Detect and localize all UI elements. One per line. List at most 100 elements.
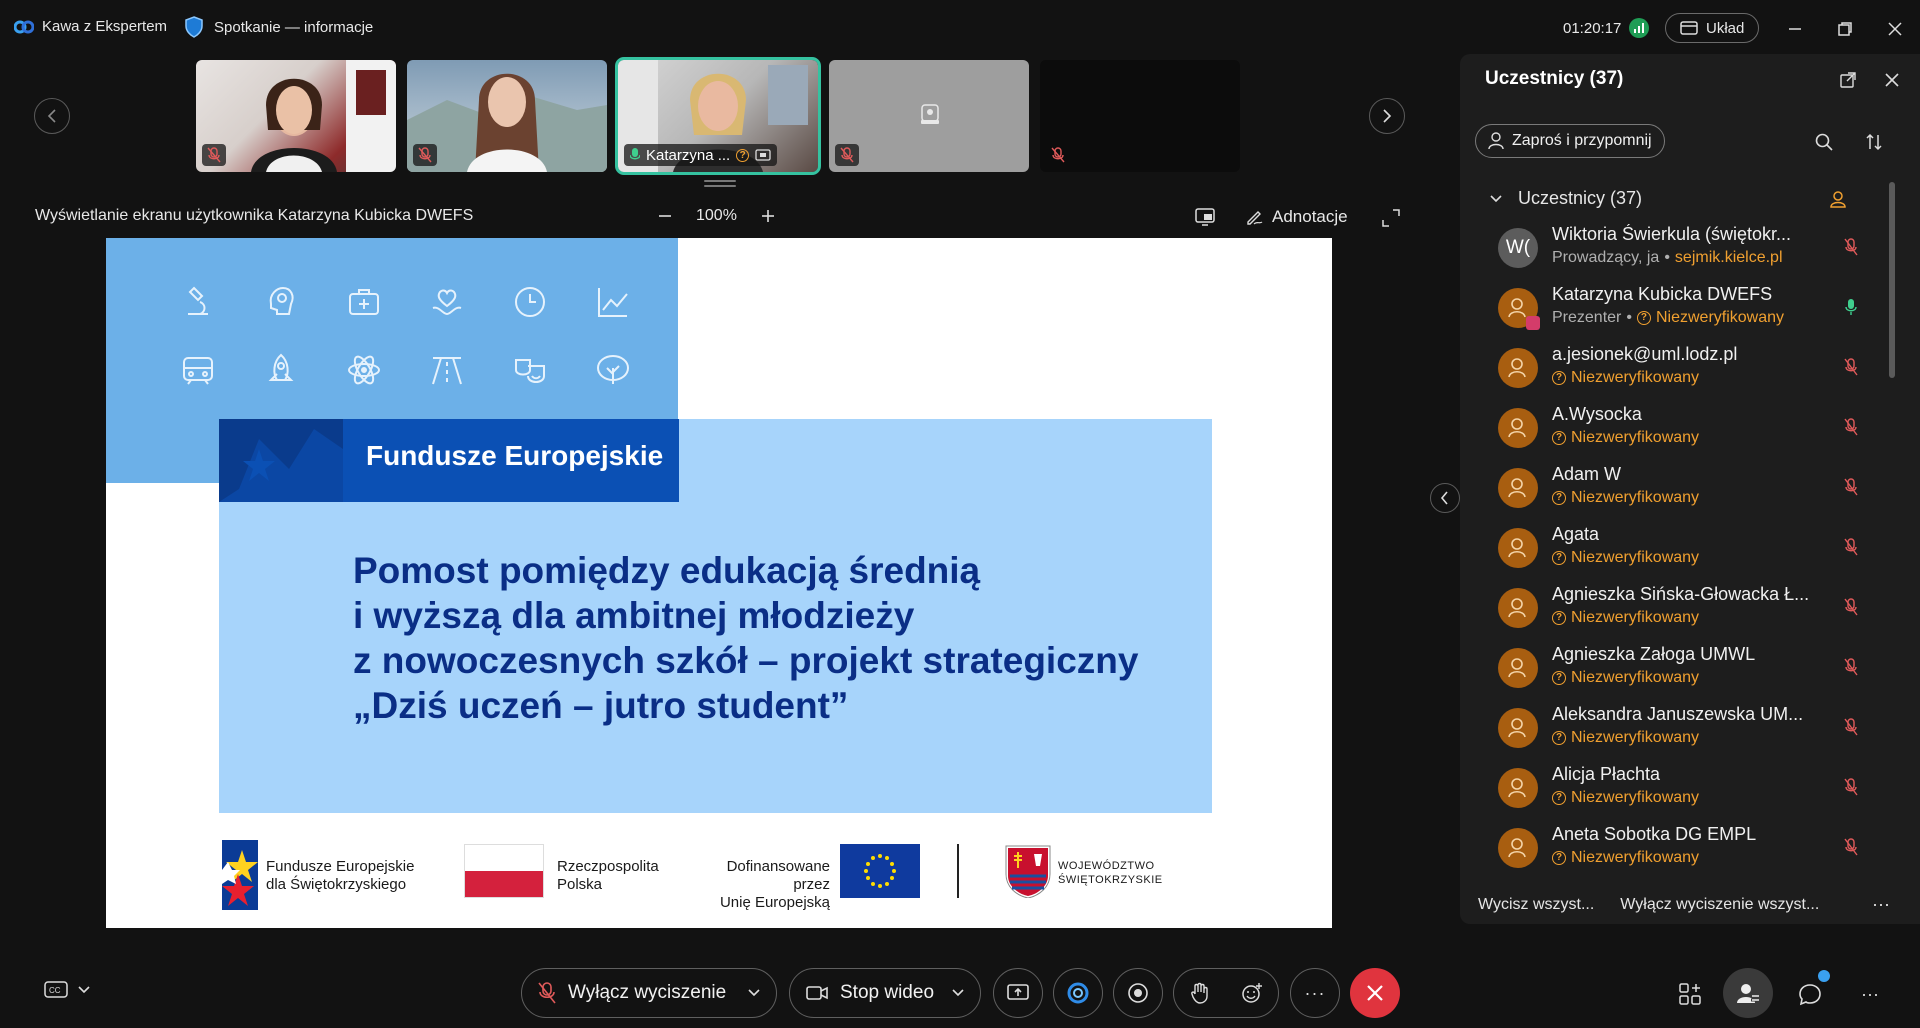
- user-icon: [1508, 358, 1526, 378]
- webex-assistant-button[interactable]: [1053, 968, 1103, 1018]
- participants-scrollbar[interactable]: [1889, 182, 1895, 378]
- participant-row[interactable]: Adam W? Niezweryfikowany: [1460, 458, 1900, 518]
- video-thumbnail-1[interactable]: [196, 60, 396, 172]
- zoom-out-button[interactable]: [654, 205, 676, 227]
- restore-icon[interactable]: [1834, 18, 1856, 40]
- apps-icon[interactable]: [1676, 980, 1704, 1008]
- participant-video: [407, 73, 607, 172]
- mic-muted-icon[interactable]: [1840, 716, 1862, 738]
- layout-button[interactable]: Układ: [1665, 13, 1760, 43]
- video-thumbnail-5[interactable]: [1040, 60, 1240, 172]
- mic-muted-icon[interactable]: [1840, 836, 1862, 858]
- mic-muted-icon[interactable]: [1840, 536, 1862, 558]
- mic-muted-icon[interactable]: [1840, 656, 1862, 678]
- avatar: [1498, 708, 1538, 748]
- minimize-icon[interactable]: [1784, 18, 1806, 40]
- participant-name: Wiktoria Świerkula (świętokr...: [1552, 224, 1792, 244]
- video-thumbnail-4[interactable]: [829, 60, 1029, 172]
- mute-all-button[interactable]: Wycisz wszyst...: [1478, 896, 1594, 914]
- more-icon: ···: [1304, 982, 1326, 1003]
- mic-muted-icon[interactable]: [1840, 476, 1862, 498]
- mic-muted-icon[interactable]: [1840, 596, 1862, 618]
- participant-meta: ? Niezweryfikowany: [1552, 669, 1699, 687]
- avatar: [1498, 828, 1538, 868]
- connection-signal-icon[interactable]: [1629, 18, 1650, 38]
- mic-muted-icon[interactable]: [1840, 416, 1862, 438]
- rocket-icon: [261, 350, 301, 390]
- fe-logo-icon: [222, 840, 258, 910]
- participant-row[interactable]: Alicja Płachta? Niezweryfikowany: [1460, 758, 1900, 818]
- participants-panel: Uczestnicy (37) Zaproś i przypomnij Ucze…: [1460, 54, 1920, 924]
- chat-icon[interactable]: [1796, 980, 1824, 1008]
- unmute-all-button[interactable]: Wyłącz wyciszenie wszyst...: [1620, 896, 1819, 914]
- mic-active-icon[interactable]: [1840, 296, 1862, 318]
- app-brand: Kawa z Ekspertem: [14, 18, 167, 35]
- tree-icon: [593, 350, 633, 390]
- close-window-icon[interactable]: [1884, 18, 1906, 40]
- participants-list: W(Wiktoria Świerkula (świętokr... Prowadz…: [1460, 218, 1900, 930]
- thumbnails-prev-button[interactable]: [34, 98, 70, 134]
- close-icon: [1367, 985, 1383, 1001]
- video-thumbnail-2[interactable]: [407, 60, 607, 172]
- annotate-button[interactable]: Adnotacje: [1246, 207, 1348, 227]
- captions-button[interactable]: CC: [44, 980, 90, 1000]
- participant-meta: ? Niezweryfikowany: [1552, 849, 1699, 867]
- participant-row[interactable]: A.Wysocka? Niezweryfikowany: [1460, 398, 1900, 458]
- participant-name: Aneta Sobotka DG EMPL: [1552, 824, 1757, 844]
- avatar: W(: [1498, 228, 1538, 268]
- mic-muted-icon[interactable]: [1840, 356, 1862, 378]
- record-button[interactable]: [1113, 968, 1163, 1018]
- participant-row[interactable]: Agnieszka Sińska-Głowacka Ł...? Niezweryf…: [1460, 578, 1900, 638]
- panel-collapse-button[interactable]: [1430, 483, 1460, 513]
- participant-meta: Prezenter •? Niezweryfikowany: [1552, 309, 1784, 327]
- end-meeting-button[interactable]: [1350, 968, 1400, 1018]
- more-options-button[interactable]: ···: [1290, 968, 1340, 1018]
- participant-row[interactable]: Katarzyna Kubicka DWEFS Prezenter •? Niezwe…: [1460, 278, 1900, 338]
- video-thumbnail-active[interactable]: Katarzyna ... ?: [615, 57, 821, 175]
- clock-icon: [510, 282, 550, 322]
- swietokrzyskie-coat-of-arms-icon: [1004, 844, 1052, 898]
- search-icon[interactable]: [1812, 130, 1836, 154]
- eu-flag-icon: [840, 844, 920, 898]
- participant-role: Prezenter: [1552, 309, 1622, 326]
- zoom-in-button[interactable]: [757, 205, 779, 227]
- participant-row[interactable]: Aneta Sobotka DG EMPL ? Niezweryfikowany: [1460, 818, 1900, 878]
- raise-hand-icon[interactable]: [1190, 982, 1210, 1004]
- stop-video-label: Stop wideo: [840, 982, 935, 1003]
- sort-icon[interactable]: [1862, 130, 1886, 154]
- participant-row[interactable]: W(Wiktoria Świerkula (świętokr... Prowadz…: [1460, 218, 1900, 278]
- overflow-menu-icon[interactable]: ···: [1856, 980, 1884, 1008]
- thumbnails-next-button[interactable]: [1369, 98, 1405, 134]
- polish-flag-icon: [464, 844, 544, 898]
- theatre-masks-icon: [510, 350, 550, 390]
- avatar: [1498, 348, 1538, 388]
- logo-divider: [957, 844, 959, 898]
- atom-icon: [344, 350, 384, 390]
- invite-remind-button[interactable]: Zaproś i przypomnij: [1475, 124, 1665, 158]
- reactions-icon[interactable]: [1241, 982, 1263, 1004]
- resize-handle[interactable]: [704, 180, 736, 188]
- share-screen-button[interactable]: [993, 968, 1043, 1018]
- chevron-right-icon: [1383, 109, 1392, 123]
- separator-dot: •: [1626, 309, 1632, 326]
- participant-row[interactable]: Agata? Niezweryfikowany: [1460, 518, 1900, 578]
- mic-muted-icon[interactable]: [1840, 236, 1862, 258]
- participants-group-toggle[interactable]: Uczestnicy (37): [1490, 188, 1642, 209]
- participant-row[interactable]: a.jesionek@uml.lodz.pl? Niezweryfikowany: [1460, 338, 1900, 398]
- panel-more-icon[interactable]: ···: [1872, 894, 1890, 915]
- participant-row[interactable]: Agnieszka Załoga UMWL? Niezweryfikowany: [1460, 638, 1900, 698]
- fullscreen-icon[interactable]: [1382, 209, 1400, 227]
- participant-row[interactable]: Aleksandra Januszewska UM...? Niezweryfik…: [1460, 698, 1900, 758]
- unmute-button[interactable]: Wyłącz wyciszenie: [521, 968, 777, 1018]
- participant-status: Niezweryfikowany: [1571, 669, 1700, 686]
- shared-screen: Fundusze Europejskie Pomost pomiędzy edu…: [106, 238, 1332, 928]
- active-speaker-label: Katarzyna ... ?: [624, 144, 778, 166]
- screen-view-icon[interactable]: [1195, 207, 1217, 227]
- stop-video-button[interactable]: Stop wideo: [789, 968, 981, 1018]
- mic-muted-icon[interactable]: [1840, 776, 1862, 798]
- popout-icon[interactable]: [1836, 68, 1860, 92]
- eu-caption-line-2: Unię Europejską: [719, 894, 830, 911]
- participants-toggle-button[interactable]: [1723, 968, 1773, 1018]
- meeting-info-button[interactable]: Spotkanie — informacje: [184, 16, 373, 38]
- close-panel-icon[interactable]: [1880, 68, 1904, 92]
